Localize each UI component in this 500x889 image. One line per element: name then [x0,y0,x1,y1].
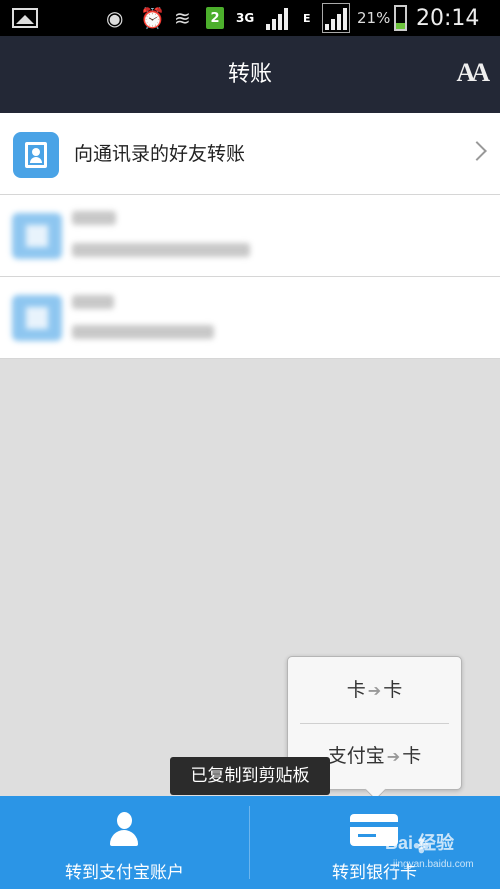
battery-percent: 21% [357,9,391,27]
clock: 20:14 [416,5,480,31]
avatar [12,295,62,341]
arrow-right-icon: ➔ [386,747,401,766]
transfer-list: 向通讯录的好友转账 [0,113,500,359]
recent-contact-item[interactable] [0,195,500,277]
sim-badge: 2 [206,0,224,36]
wifi-icon: ≋ [174,6,191,30]
blurred-name [72,211,116,225]
copied-toast: 已复制到剪贴板 [170,757,330,795]
status-bar: ◉ ⏰ ≋ 2 3G E 21% 20:14 [0,0,500,36]
blurred-account [72,243,250,257]
signal-icon-2 [322,0,350,36]
transfer-to-alipay-button[interactable]: 转到支付宝账户 [0,796,249,889]
blurred-name [72,295,114,309]
card-to-card-option[interactable]: 卡 ➔ 卡 [288,657,461,723]
font-size-icon[interactable]: AA [456,58,490,88]
contacts-transfer-label: 向通讯录的好友转账 [74,143,246,165]
app-header: 转账 AA [0,36,500,113]
signal-icon [266,0,288,36]
network-type-2: E [303,11,311,25]
eye-icon: ◉ [106,6,124,30]
contacts-transfer-item[interactable]: 向通讯录的好友转账 [0,113,500,195]
network-type: 3G [236,11,255,25]
baidu-watermark: Bai 经验 jingyan.baidu.com [385,833,474,870]
avatar [12,213,62,259]
transfer-to-bank-card-button[interactable]: 转到银行卡 [250,796,499,889]
transfer-to-alipay-label: 转到支付宝账户 [65,863,184,883]
recent-contact-item[interactable] [0,277,500,359]
gallery-icon [12,0,40,36]
blurred-account [72,325,214,339]
alarm-icon: ⏰ [140,6,165,30]
arrow-right-icon: ➔ [367,681,382,700]
address-book-icon [13,132,59,178]
page-title: 转账 [227,62,272,87]
chevron-right-icon [467,141,487,161]
person-icon [110,812,138,846]
battery-icon [394,0,407,36]
